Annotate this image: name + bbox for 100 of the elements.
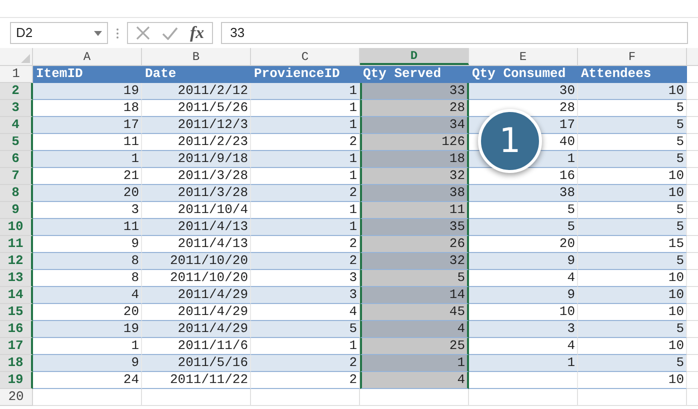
table-cell: 2 xyxy=(251,355,360,372)
row-header[interactable]: 9 xyxy=(0,202,33,219)
table-cell: 11 xyxy=(33,219,142,236)
table-cell: 5 xyxy=(578,151,687,168)
row-header[interactable]: 6 xyxy=(0,151,33,168)
column-header[interactable]: A xyxy=(33,48,142,65)
table-cell: 38 xyxy=(360,185,469,202)
name-box[interactable]: D2 xyxy=(10,22,108,44)
table-cell: 19 xyxy=(33,83,142,100)
table-cell: 1 xyxy=(33,338,142,355)
table-cell: 2011/10/20 xyxy=(142,253,251,270)
table-cell: 21 xyxy=(33,168,142,185)
table-cell: 5 xyxy=(578,100,687,117)
table-cell: 32 xyxy=(360,253,469,270)
row-header[interactable]: 5 xyxy=(0,134,33,151)
table-cell: 1 xyxy=(251,219,360,236)
column-header[interactable]: F xyxy=(578,48,687,65)
row-header[interactable]: 2 xyxy=(0,83,33,100)
caret-icon xyxy=(94,30,102,36)
table-cell: 10 xyxy=(578,83,687,100)
table-cell: 20 xyxy=(469,236,578,253)
row-header[interactable]: 1 xyxy=(0,66,33,83)
table-cell: 26 xyxy=(360,236,469,253)
column-title: ProvienceID xyxy=(251,66,360,83)
table-cell: 2011/11/22 xyxy=(142,372,251,389)
row-header[interactable]: 4 xyxy=(0,117,33,134)
table-cell: 1 xyxy=(251,338,360,355)
row-header[interactable]: 8 xyxy=(0,185,33,202)
table-cell: 5 xyxy=(251,321,360,338)
row-header[interactable]: 3 xyxy=(0,100,33,117)
column-header[interactable]: B xyxy=(142,48,251,65)
table-cell: 9 xyxy=(33,355,142,372)
table-cell: 10 xyxy=(578,372,687,389)
cancel-icon[interactable] xyxy=(136,26,150,40)
table-cell: 28 xyxy=(360,100,469,117)
table-cell: 19 xyxy=(33,321,142,338)
table-cell: 9 xyxy=(469,253,578,270)
table-cell: 20 xyxy=(33,185,142,202)
table-cell: 4 xyxy=(469,338,578,355)
column-title: Qty Served xyxy=(360,66,469,83)
table-cell: 4 xyxy=(251,304,360,321)
table-cell: 5 xyxy=(578,219,687,236)
row-header[interactable]: 15 xyxy=(0,304,33,321)
table-cell: 10 xyxy=(578,168,687,185)
table-cell: 3 xyxy=(251,270,360,287)
table-cell: 2 xyxy=(251,372,360,389)
column-header[interactable]: C xyxy=(251,48,360,65)
table-cell: 3 xyxy=(33,202,142,219)
table-cell: 4 xyxy=(360,372,469,389)
table-cell: 9 xyxy=(469,287,578,304)
insert-function-button[interactable]: fx xyxy=(190,20,204,46)
table-cell: 2011/3/28 xyxy=(142,168,251,185)
table-cell: 2011/11/6 xyxy=(142,338,251,355)
table-cell: 5 xyxy=(360,270,469,287)
row-header[interactable]: 13 xyxy=(0,270,33,287)
table-cell: 2011/4/29 xyxy=(142,321,251,338)
table-cell: 5 xyxy=(469,202,578,219)
table-cell: 10 xyxy=(578,287,687,304)
table-cell: 5 xyxy=(578,202,687,219)
row-header[interactable]: 16 xyxy=(0,321,33,338)
table-cell: 5 xyxy=(578,321,687,338)
column-title: Qty Consumed xyxy=(469,66,578,83)
table-cell: 4 xyxy=(360,321,469,338)
table-cell: 10 xyxy=(578,338,687,355)
row-header[interactable]: 10 xyxy=(0,219,33,236)
select-all-corner[interactable] xyxy=(0,48,33,65)
table-cell: 34 xyxy=(360,117,469,134)
row-header[interactable]: 20 xyxy=(0,389,33,406)
table-cell: 28 xyxy=(469,100,578,117)
table-cell: 25 xyxy=(360,338,469,355)
formula-field[interactable]: 33 xyxy=(221,22,688,44)
table-cell: 2011/10/20 xyxy=(142,270,251,287)
table-cell: 2011/4/13 xyxy=(142,236,251,253)
column-header[interactable]: D xyxy=(360,48,469,65)
table-cell: 24 xyxy=(33,372,142,389)
row-header[interactable]: 7 xyxy=(0,168,33,185)
check-icon[interactable] xyxy=(162,26,178,40)
row-header[interactable]: 19 xyxy=(0,372,33,389)
column-title: ItemID xyxy=(33,66,142,83)
table-cell: 33 xyxy=(360,83,469,100)
table-cell: 17 xyxy=(33,117,142,134)
table-cell: 2 xyxy=(251,253,360,270)
row-header[interactable]: 14 xyxy=(0,287,33,304)
table-cell: 16 xyxy=(469,168,578,185)
table-cell: 10 xyxy=(469,304,578,321)
column-header[interactable]: E xyxy=(469,48,578,65)
table-cell: 1 xyxy=(251,100,360,117)
row-header[interactable]: 12 xyxy=(0,253,33,270)
table-cell: 2011/12/3 xyxy=(142,117,251,134)
table-cell: 10 xyxy=(578,270,687,287)
table-cell: 2011/3/28 xyxy=(142,185,251,202)
row-header[interactable]: 17 xyxy=(0,338,33,355)
table-cell: 1 xyxy=(251,168,360,185)
table-cell: 2 xyxy=(251,185,360,202)
table-cell: 2011/4/13 xyxy=(142,219,251,236)
table-cell: 1 xyxy=(469,355,578,372)
row-header[interactable]: 11 xyxy=(0,236,33,253)
table-cell: 126 xyxy=(360,134,469,151)
table-cell: 1 xyxy=(251,151,360,168)
row-header[interactable]: 18 xyxy=(0,355,33,372)
